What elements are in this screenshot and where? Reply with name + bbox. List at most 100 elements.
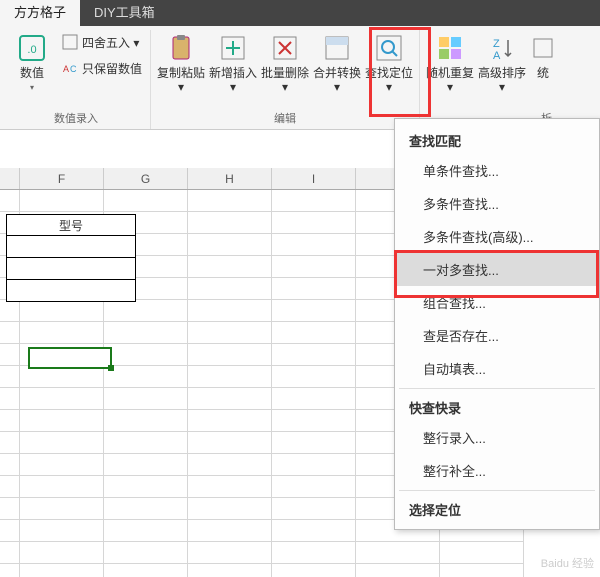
menu-separator bbox=[399, 490, 595, 491]
cell[interactable] bbox=[20, 520, 104, 542]
cell[interactable] bbox=[272, 542, 356, 564]
cell[interactable] bbox=[440, 564, 524, 577]
find-locate-button[interactable]: 查找定位 ▾ bbox=[363, 30, 415, 108]
round-button[interactable]: 四舍五入 ▾ bbox=[62, 32, 142, 52]
merge-convert-button[interactable]: 合并转换 ▾ bbox=[311, 30, 363, 108]
cell[interactable] bbox=[104, 476, 188, 498]
cell[interactable] bbox=[188, 498, 272, 520]
menu-item-row-complete[interactable]: 整行补全... bbox=[395, 454, 599, 487]
cell[interactable] bbox=[272, 388, 356, 410]
cell[interactable] bbox=[188, 278, 272, 300]
copy-paste-button[interactable]: 复制粘贴 ▾ bbox=[155, 30, 207, 108]
cell[interactable] bbox=[188, 410, 272, 432]
cell[interactable] bbox=[104, 322, 188, 344]
menu-item-multi-find[interactable]: 多条件查找... bbox=[395, 187, 599, 220]
cell[interactable] bbox=[272, 256, 356, 278]
table-row[interactable] bbox=[6, 236, 136, 258]
cell[interactable] bbox=[272, 234, 356, 256]
cell[interactable] bbox=[188, 234, 272, 256]
random-repeat-button[interactable]: 随机重复 ▾ bbox=[424, 30, 476, 108]
cell[interactable] bbox=[188, 454, 272, 476]
cell[interactable] bbox=[188, 388, 272, 410]
cell[interactable] bbox=[356, 564, 440, 577]
cell[interactable] bbox=[104, 300, 188, 322]
cell[interactable] bbox=[440, 542, 524, 564]
menu-item-combo-find[interactable]: 组合查找... bbox=[395, 286, 599, 319]
batch-delete-button[interactable]: 批量删除 ▾ bbox=[259, 30, 311, 108]
table-row[interactable] bbox=[6, 280, 136, 302]
grid-row bbox=[0, 564, 600, 577]
cell[interactable] bbox=[188, 300, 272, 322]
cell[interactable] bbox=[272, 212, 356, 234]
cell[interactable] bbox=[272, 476, 356, 498]
cell[interactable] bbox=[104, 366, 188, 388]
cell[interactable] bbox=[20, 388, 104, 410]
cell[interactable] bbox=[188, 190, 272, 212]
cell[interactable] bbox=[188, 476, 272, 498]
cell[interactable] bbox=[272, 366, 356, 388]
tab-fangfang[interactable]: 方方格子 bbox=[0, 0, 80, 26]
menu-item-row-entry[interactable]: 整行录入... bbox=[395, 421, 599, 454]
cell[interactable] bbox=[20, 322, 104, 344]
menu-item-check-exist[interactable]: 查是否存在... bbox=[395, 319, 599, 352]
cell[interactable] bbox=[188, 344, 272, 366]
cell[interactable] bbox=[104, 432, 188, 454]
cell[interactable] bbox=[188, 564, 272, 577]
cell[interactable] bbox=[188, 432, 272, 454]
cell[interactable] bbox=[104, 454, 188, 476]
cell[interactable] bbox=[188, 322, 272, 344]
insert-button[interactable]: 新增插入 ▾ bbox=[207, 30, 259, 108]
cell[interactable] bbox=[104, 542, 188, 564]
cell[interactable] bbox=[188, 542, 272, 564]
cell[interactable] bbox=[272, 190, 356, 212]
numeric-button[interactable]: .0 数值 ▾ bbox=[6, 30, 58, 108]
cell[interactable] bbox=[104, 520, 188, 542]
selected-cell[interactable] bbox=[28, 347, 112, 369]
col-head[interactable]: G bbox=[104, 168, 188, 189]
tab-diy[interactable]: DIY工具箱 bbox=[80, 0, 169, 26]
cell[interactable] bbox=[188, 520, 272, 542]
col-head[interactable]: H bbox=[188, 168, 272, 189]
keep-numeric-button[interactable]: AC 只保留数值 bbox=[62, 58, 142, 78]
cell[interactable] bbox=[20, 190, 104, 212]
cell[interactable] bbox=[272, 322, 356, 344]
cell[interactable] bbox=[20, 542, 104, 564]
cell[interactable] bbox=[272, 498, 356, 520]
cell[interactable] bbox=[188, 256, 272, 278]
cell[interactable] bbox=[20, 366, 104, 388]
cell[interactable] bbox=[20, 300, 104, 322]
cell[interactable] bbox=[272, 520, 356, 542]
cell[interactable] bbox=[188, 212, 272, 234]
advanced-sort-button[interactable]: ZA 高级排序 ▾ bbox=[476, 30, 528, 108]
cell[interactable] bbox=[272, 410, 356, 432]
cell[interactable] bbox=[104, 388, 188, 410]
col-head[interactable]: I bbox=[272, 168, 356, 189]
cell[interactable] bbox=[272, 432, 356, 454]
cell[interactable] bbox=[104, 498, 188, 520]
cell[interactable] bbox=[20, 432, 104, 454]
cell[interactable] bbox=[188, 366, 272, 388]
cell[interactable] bbox=[104, 564, 188, 577]
cell[interactable] bbox=[104, 190, 188, 212]
cell[interactable] bbox=[20, 498, 104, 520]
cell[interactable] bbox=[20, 564, 104, 577]
cell[interactable] bbox=[104, 410, 188, 432]
stats-button[interactable]: 统 bbox=[528, 30, 558, 108]
cell[interactable] bbox=[356, 542, 440, 564]
cell[interactable] bbox=[20, 454, 104, 476]
cell[interactable] bbox=[272, 344, 356, 366]
cell[interactable] bbox=[272, 278, 356, 300]
cell[interactable] bbox=[272, 300, 356, 322]
cell[interactable] bbox=[20, 476, 104, 498]
menu-item-auto-fill[interactable]: 自动填表... bbox=[395, 352, 599, 385]
cell[interactable] bbox=[272, 454, 356, 476]
cell[interactable] bbox=[272, 564, 356, 577]
cell[interactable] bbox=[20, 410, 104, 432]
menu-item-multi-find-adv[interactable]: 多条件查找(高级)... bbox=[395, 220, 599, 253]
menu-item-one-to-many[interactable]: 一对多查找... bbox=[395, 253, 599, 286]
cell[interactable] bbox=[104, 344, 188, 366]
table-row[interactable] bbox=[6, 258, 136, 280]
table-header-cell[interactable]: 型号 bbox=[6, 214, 136, 236]
col-head[interactable]: F bbox=[20, 168, 104, 189]
menu-item-single-find[interactable]: 单条件查找... bbox=[395, 154, 599, 187]
